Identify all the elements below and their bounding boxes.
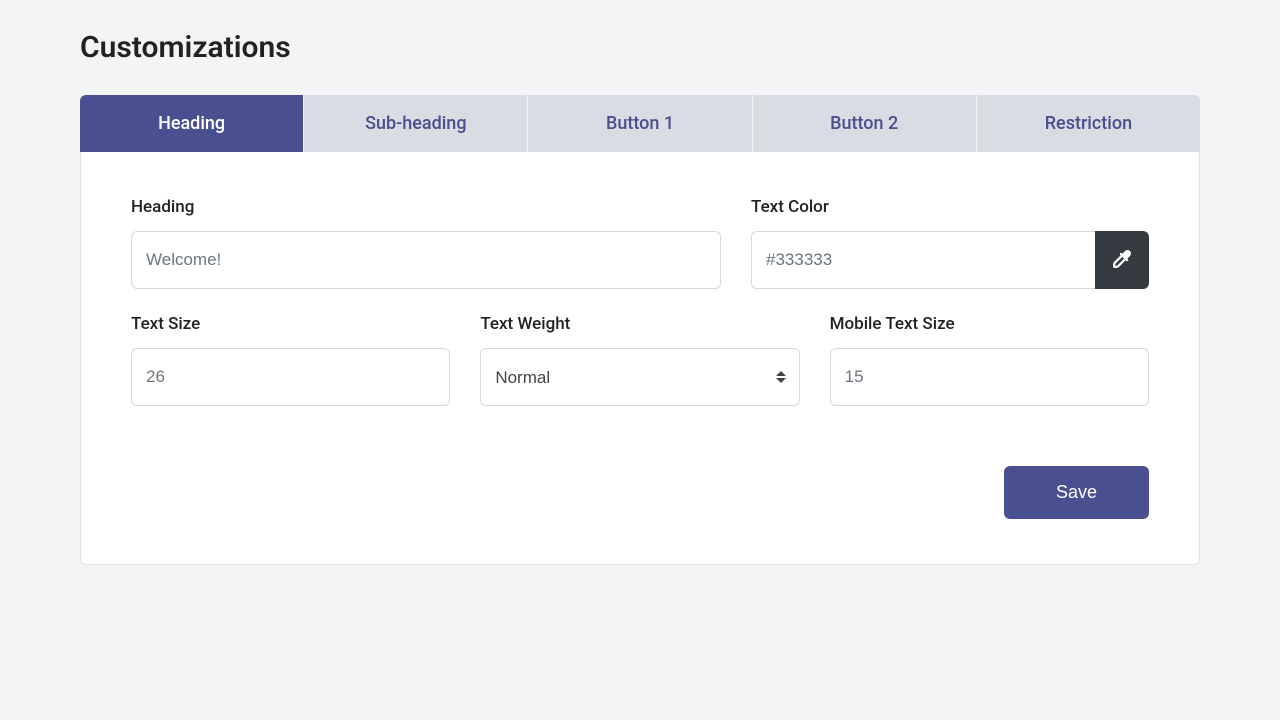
text-weight-select[interactable]: Normal <box>480 348 799 406</box>
text-color-label: Text Color <box>751 197 1149 217</box>
eyedropper-icon <box>1113 250 1131 271</box>
field-heading: Heading <box>131 197 721 289</box>
color-picker-button[interactable] <box>1095 231 1149 289</box>
mobile-text-size-input[interactable] <box>830 348 1149 406</box>
save-button[interactable]: Save <box>1004 466 1149 519</box>
actions-row: Save <box>131 466 1149 519</box>
field-text-color: Text Color <box>751 197 1149 289</box>
field-mobile-text-size: Mobile Text Size <box>830 314 1149 406</box>
text-weight-label: Text Weight <box>480 314 799 334</box>
tab-panel: Heading Text Color Text Size <box>80 152 1200 565</box>
customizations-page: Customizations Heading Sub-heading Butto… <box>0 0 1280 565</box>
tabs: Heading Sub-heading Button 1 Button 2 Re… <box>80 95 1200 152</box>
text-color-input[interactable] <box>751 231 1095 289</box>
tab-restriction[interactable]: Restriction <box>977 95 1200 152</box>
text-size-label: Text Size <box>131 314 450 334</box>
tab-button-1[interactable]: Button 1 <box>528 95 752 152</box>
mobile-text-size-label: Mobile Text Size <box>830 314 1149 334</box>
page-title: Customizations <box>80 30 1200 65</box>
tab-heading[interactable]: Heading <box>80 95 304 152</box>
heading-label: Heading <box>131 197 721 217</box>
field-text-size: Text Size <box>131 314 450 406</box>
tab-button-2[interactable]: Button 2 <box>753 95 977 152</box>
text-size-input[interactable] <box>131 348 450 406</box>
field-text-weight: Text Weight Normal <box>480 314 799 406</box>
tab-sub-heading[interactable]: Sub-heading <box>304 95 528 152</box>
heading-input[interactable] <box>131 231 721 289</box>
